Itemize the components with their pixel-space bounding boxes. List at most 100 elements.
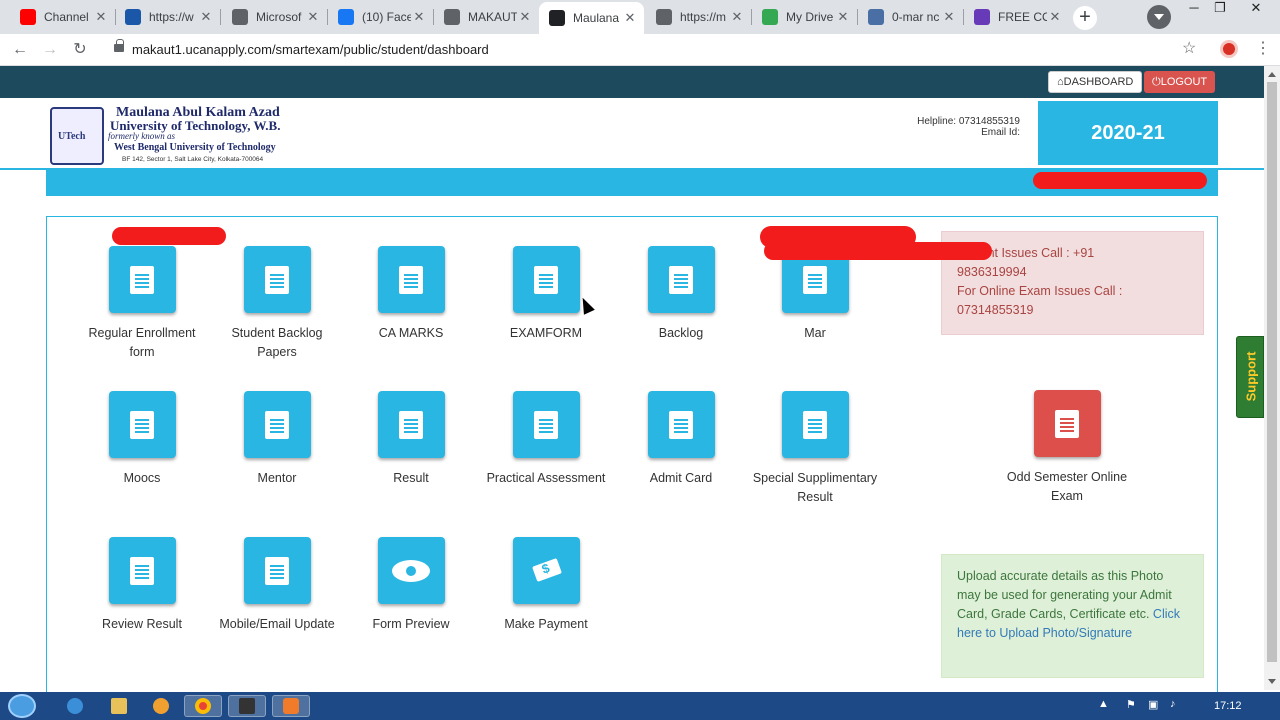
browser-tab[interactable]: My Drive ✕ [752, 4, 857, 30]
minimize-window-icon[interactable]: ─ [1180, 0, 1208, 18]
recorder-icon[interactable] [272, 695, 310, 717]
dashboard-tile[interactable]: Result [346, 391, 476, 488]
upload-info-text: Upload accurate details as this Photo ma… [957, 569, 1172, 621]
page-icon [868, 9, 884, 25]
document-icon [108, 391, 176, 458]
close-tab-icon[interactable]: ✕ [517, 9, 533, 25]
close-window-icon[interactable]: ✕ [1236, 0, 1276, 18]
maximize-window-icon[interactable]: ❐ [1206, 0, 1234, 18]
dashboard-tile[interactable]: Regular Enrollment form [77, 246, 207, 362]
logout-button[interactable]: ⏻LOGOUT [1144, 71, 1216, 93]
tile-label: CA MARKS [378, 326, 444, 340]
browser-tab[interactable]: MAKAUT ✕ [434, 4, 539, 30]
browser-tab[interactable]: (10) Face ✕ [328, 4, 433, 30]
document-icon [377, 246, 445, 313]
email-label: Email Id: [981, 127, 1020, 138]
browser-tab[interactable]: 0-mar nc ✕ [858, 4, 963, 30]
windows-taskbar: ▲ ⚑ ▣ ♪ 17:12 [0, 692, 1280, 720]
lock-icon [114, 39, 124, 52]
tile-label: Odd Semester Online Exam [1006, 470, 1128, 503]
close-tab-icon[interactable]: ✕ [198, 9, 214, 25]
close-tab-icon[interactable]: ✕ [835, 9, 851, 25]
dashboard-tile[interactable]: Mobile/Email Update [212, 537, 342, 634]
tab-separator [220, 9, 221, 25]
close-tab-icon[interactable]: ✕ [622, 10, 638, 26]
media-player-icon[interactable] [142, 695, 180, 717]
scroll-down-icon[interactable] [1268, 679, 1276, 684]
bookmark-star-icon[interactable]: ☆ [1182, 38, 1196, 58]
document-icon [243, 391, 311, 458]
forward-arrow-icon[interactable]: → [38, 38, 62, 62]
browser-menu-icon[interactable]: ⋮ [1255, 38, 1271, 58]
dashboard-tile[interactable]: Moocs [77, 391, 207, 488]
dashboard-tile[interactable]: Review Result [77, 537, 207, 634]
globe-icon [656, 9, 672, 25]
dashboard-tile[interactable]: Student Backlog Papers [212, 246, 342, 362]
document-icon [1033, 390, 1101, 457]
tab-title: Microsof [256, 10, 302, 24]
close-tab-icon[interactable]: ✕ [1047, 9, 1063, 25]
helpline-info: Helpline: 07314855319 Email Id: [880, 116, 1020, 138]
tab-title: (10) Face [362, 10, 411, 24]
vertical-scrollbar[interactable] [1264, 66, 1280, 690]
google-drive-icon [762, 9, 778, 25]
dashboard-tile[interactable]: Mar [750, 246, 880, 343]
chrome-icon[interactable] [184, 695, 222, 717]
browser-tab[interactable]: Microsof ✕ [222, 4, 327, 30]
payment-icon [512, 537, 580, 604]
graduation-cap-icon [549, 10, 565, 26]
browser-tab[interactable]: Maulana ✕ [539, 2, 644, 34]
close-tab-icon[interactable]: ✕ [941, 9, 957, 25]
close-tab-icon[interactable]: ✕ [729, 9, 745, 25]
close-tab-icon[interactable]: ✕ [411, 9, 427, 25]
new-tab-button[interactable]: + [1073, 6, 1097, 30]
back-arrow-icon[interactable]: ← [8, 38, 32, 62]
document-icon [108, 537, 176, 604]
flag-icon[interactable]: ⚑ [1126, 698, 1136, 711]
address-bar[interactable]: makaut1.ucanapply.com/smartexam/public/s… [104, 37, 1214, 63]
scroll-thumb[interactable] [1267, 82, 1277, 662]
document-icon [647, 391, 715, 458]
start-button[interactable] [8, 694, 36, 718]
dashboard-tile[interactable]: Backlog [616, 246, 746, 343]
dashboard-tile[interactable]: Form Preview [346, 537, 476, 634]
dashboard-tile[interactable]: EXAMFORM [481, 246, 611, 343]
upload-photo-alert: Upload accurate details as this Photo ma… [941, 554, 1204, 678]
browser-tab[interactable]: FREE CO ✕ [964, 4, 1069, 30]
scroll-up-icon[interactable] [1268, 72, 1276, 77]
nic-icon [125, 9, 141, 25]
network-icon[interactable]: ▣ [1148, 698, 1158, 711]
browser-tab[interactable]: https://m ✕ [646, 4, 751, 30]
close-tab-icon[interactable]: ✕ [305, 9, 321, 25]
browser-tab[interactable]: https://w ✕ [115, 4, 220, 30]
tab-title: FREE CO [998, 10, 1047, 24]
tile-odd-semester-online-exam[interactable]: Odd Semester Online Exam [1002, 390, 1132, 506]
close-tab-icon[interactable]: ✕ [93, 9, 109, 25]
dashboard-tile[interactable]: Mentor [212, 391, 342, 488]
dashboard-tile[interactable]: Make Payment [481, 537, 611, 634]
alert-line: 07314855319 [957, 303, 1034, 317]
dashboard-tile[interactable]: Admit Card [616, 391, 746, 488]
dashboard-button[interactable]: ⌂DASHBOARD [1048, 71, 1143, 93]
tile-label: Regular Enrollment form [88, 326, 196, 359]
extension-icon[interactable] [1220, 40, 1238, 58]
support-tab[interactable]: Support [1236, 336, 1264, 418]
internet-explorer-icon[interactable] [56, 695, 94, 717]
dashboard-tile[interactable]: Special Supplimentary Result [750, 391, 880, 507]
app-window-icon[interactable] [228, 695, 266, 717]
browser-tab[interactable]: Channel ✕ [10, 4, 115, 30]
volume-icon[interactable]: ♪ [1170, 698, 1176, 710]
clock: 17:12 [1214, 700, 1242, 712]
tile-label: Mobile/Email Update [219, 617, 335, 631]
reload-icon[interactable]: ↻ [68, 38, 92, 62]
tile-label: Practical Assessment [486, 471, 606, 485]
dashboard-tile[interactable]: Practical Assessment [481, 391, 611, 488]
dashboard-tile[interactable]: CA MARKS [346, 246, 476, 343]
document-icon [647, 246, 715, 313]
tile-label: Backlog [658, 326, 704, 340]
profile-menu-icon[interactable] [1147, 5, 1171, 29]
file-explorer-icon[interactable] [100, 695, 138, 717]
forms-icon [974, 9, 990, 25]
power-icon: ⏻ [1152, 76, 1161, 88]
show-hidden-icons[interactable]: ▲ [1098, 698, 1109, 710]
